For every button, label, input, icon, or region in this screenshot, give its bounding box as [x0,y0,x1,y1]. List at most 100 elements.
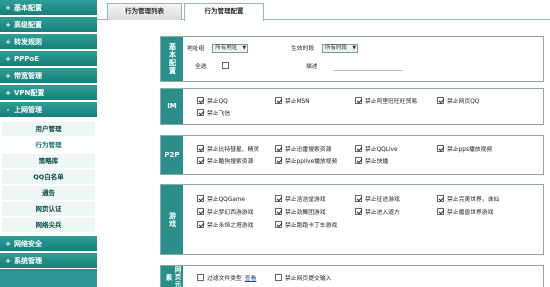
subnav-user-management[interactable]: 用户管理 [2,122,95,137]
select-all-label: 全选 [195,64,207,70]
subnav-qq-whitelist[interactable]: QQ白名单 [2,170,95,185]
game-option[interactable]: 禁止QQGame [197,195,245,204]
tab-behavior-config[interactable]: 行为管理配置 [184,3,264,21]
dropdown-arrow-icon: ▼ [242,45,247,51]
p2p-option[interactable]: 禁止比特彗星、精灵 [197,145,259,154]
subnav-web-auth[interactable]: 网页认证 [2,202,95,217]
checkbox[interactable] [197,109,204,116]
expand-icon: + [5,240,11,248]
p2p-option[interactable]: 禁止QQLive [355,145,398,154]
checkbox[interactable] [275,145,282,152]
expand-icon: + [5,21,11,29]
subnav-behavior-management[interactable]: 行为管理 [2,138,95,153]
tab-behavior-list[interactable]: 行为管理列表 [107,3,182,20]
im-option[interactable]: 禁止阿里旺旺旺贸易 [355,97,417,106]
game-option[interactable]: 禁止进入道方 [355,208,400,217]
section-title: 基本配置 [161,37,183,81]
checkbox[interactable] [275,157,282,164]
view-link[interactable]: 查看 [245,276,257,282]
expand-icon: + [5,89,11,97]
checkbox[interactable] [437,97,444,104]
nav-basic-config[interactable]: + 基本配置 [0,0,97,16]
section-basic-config: 基本配置 地址组 所有地址 ▼ 生效时段 所有时段 ▼ 全选 描述 [160,36,544,82]
checkbox[interactable] [275,221,282,228]
p2p-option[interactable]: 禁止快播 [355,157,388,166]
address-group-label: 地址组 [187,46,205,52]
section-title: P2P [161,136,183,174]
game-option[interactable]: 禁止完美世界，诛仙 [437,195,499,204]
nav-vpn[interactable]: + VPN配置 [0,85,97,101]
game-option[interactable]: 禁止梦幻西游游戏 [197,208,253,217]
nav-label: 基本配置 [14,4,42,12]
nav-network-security[interactable]: + 网络安全 [0,236,97,252]
checkbox[interactable] [355,145,362,152]
checkbox[interactable] [197,145,204,152]
address-group-field: 地址组 所有地址 ▼ [187,44,249,53]
checkbox[interactable] [275,208,282,215]
nav-label: 上网管理 [14,106,42,114]
description-label: 描述 [306,64,318,70]
dropdown-arrow-icon: ▼ [352,45,357,51]
checkbox[interactable] [355,195,362,202]
game-option[interactable]: 禁止魔兽世界游戏 [437,208,493,217]
checkbox[interactable] [197,208,204,215]
section-title: IM [161,89,183,124]
address-group-select[interactable]: 所有地址 ▼ [212,44,249,53]
main-content: 基本配置 地址组 所有地址 ▼ 生效时段 所有时段 ▼ 全选 描述 IM 禁止QQ [97,21,550,287]
checkbox[interactable] [197,195,204,202]
p2p-option[interactable]: 禁止pplive播放视频 [275,157,337,166]
im-option[interactable]: 禁止QQ [197,97,228,106]
checkbox[interactable] [275,195,282,202]
sidebar-footer [0,269,97,287]
section-p2p: P2P 禁止比特彗星、精灵 禁止迅雷搜索资源 禁止QQLive 禁止pps播放视… [160,135,544,175]
p2p-option[interactable]: 禁止pps播放视频 [437,145,492,154]
block-web-submit-option[interactable]: 禁止网页提交输入 [275,274,331,283]
nav-label: 转发规则 [14,38,42,46]
checkbox[interactable] [437,195,444,202]
time-period-field: 生效时段 所有时段 ▼ [291,44,359,53]
expand-icon: + [5,38,11,46]
subnav-policy-library[interactable]: 策略库 [2,154,95,169]
checkbox[interactable] [355,208,362,215]
p2p-option[interactable]: 禁止酷狗搜索资源 [197,157,253,166]
description-field: 描述 [306,62,404,71]
checkbox[interactable] [197,221,204,228]
checkbox[interactable] [437,208,444,215]
subnav-announcement[interactable]: 通告 [2,186,95,201]
im-option[interactable]: 禁止网页QQ [437,97,479,106]
time-period-select[interactable]: 所有时段 ▼ [322,44,359,53]
checkbox[interactable] [355,97,362,104]
tab-bar: 行为管理列表 行为管理配置 [97,0,550,21]
nav-pppoe[interactable]: + PPPoE [0,51,97,67]
section-im: IM 禁止QQ 禁止MSN 禁止阿里旺旺旺贸易 禁止网页QQ 禁止飞信 [160,88,544,125]
checkbox[interactable] [197,274,204,281]
checkbox[interactable] [355,157,362,164]
checkbox[interactable] [275,274,282,281]
game-option[interactable]: 禁止浩浩堂游戏 [275,195,326,204]
filter-file-type-option[interactable]: 过滤文件类型 查看 [197,274,256,283]
im-option[interactable]: 禁止MSN [275,97,310,106]
nav-internet-management[interactable]: - 上网管理 [0,102,97,118]
description-input[interactable] [333,62,404,71]
section-web-elements: 网页元素 过滤文件类型 查看 禁止网页提交输入 [160,265,544,287]
checkbox[interactable] [437,145,444,152]
checkbox[interactable] [197,97,204,104]
checkbox[interactable] [275,97,282,104]
nav-advanced-config[interactable]: + 高级配置 [0,17,97,33]
time-period-label: 生效时段 [291,46,315,52]
game-option[interactable]: 禁止征途游戏 [355,195,400,204]
nav-forward-rules[interactable]: + 转发规则 [0,34,97,50]
im-option[interactable]: 禁止飞信 [197,109,230,118]
select-all-checkbox[interactable] [222,62,230,69]
collapse-icon: - [6,106,10,114]
checkbox[interactable] [197,157,204,164]
nav-bandwidth[interactable]: + 带宽管理 [0,68,97,84]
game-option[interactable]: 禁止永恒之塔游戏 [197,221,253,230]
nav-label: VPN配置 [14,89,45,97]
subnav-network-sentinel[interactable]: 网络尖兵 [2,218,95,233]
game-option[interactable]: 禁止劲舞团游戏 [275,208,326,217]
nav-system-management[interactable]: + 系统管理 [0,253,97,269]
p2p-option[interactable]: 禁止迅雷搜索资源 [275,145,331,154]
game-option[interactable]: 禁止跑跑卡丁车游戏 [275,221,337,230]
expand-icon: + [5,257,11,265]
